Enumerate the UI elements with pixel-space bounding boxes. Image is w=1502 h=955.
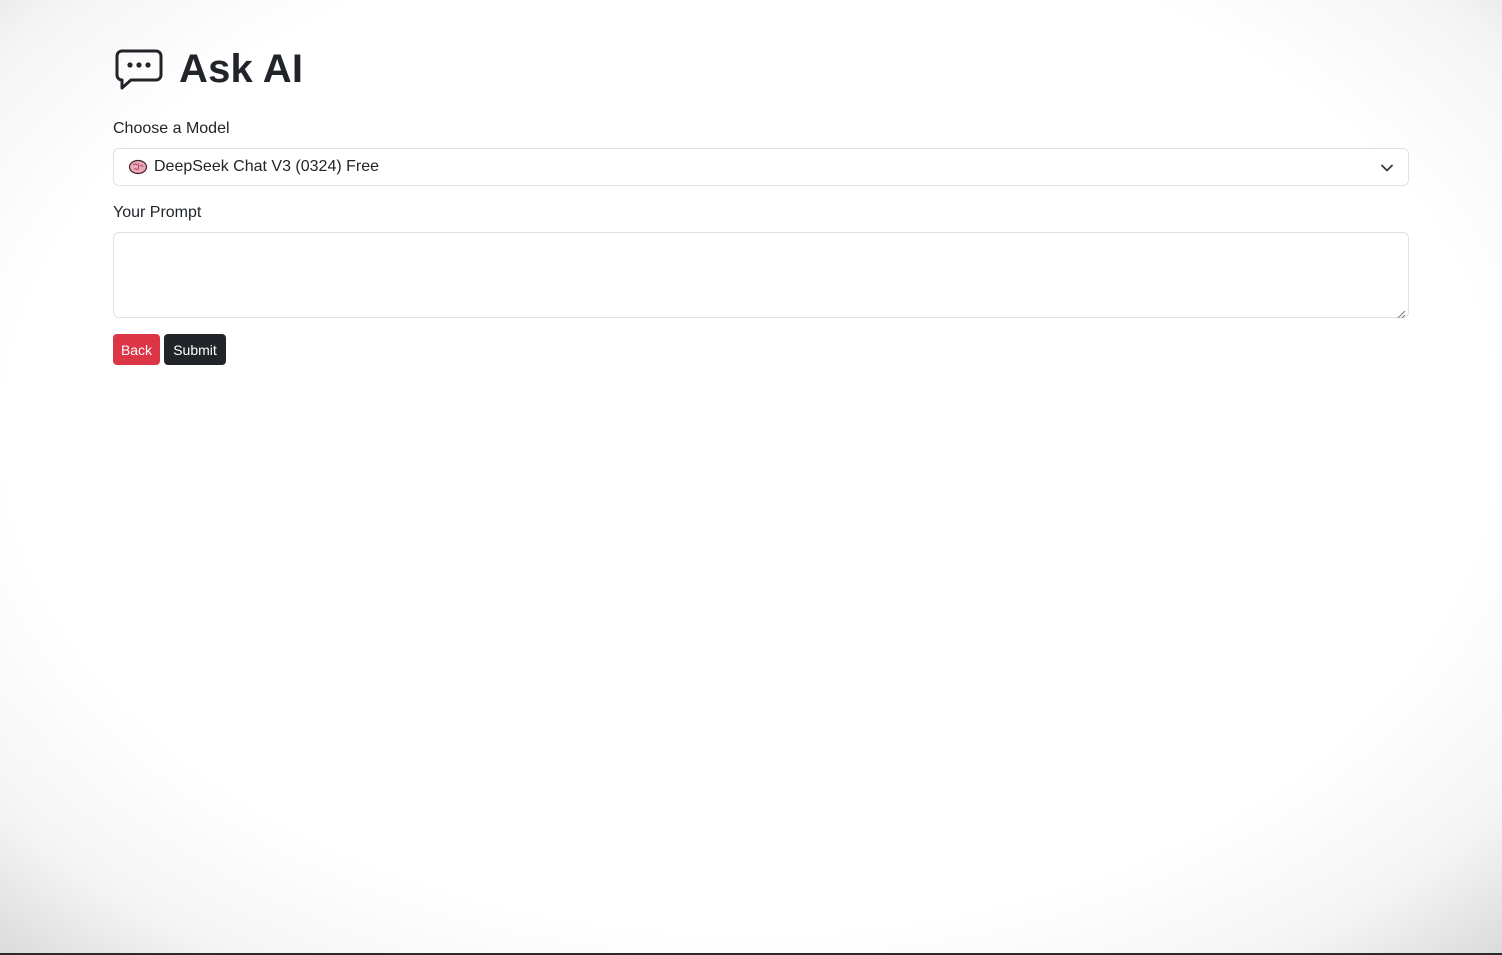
prompt-label: Your Prompt bbox=[113, 204, 202, 221]
prompt-textarea[interactable] bbox=[113, 232, 1409, 319]
model-select[interactable]: DeepSeek Chat V3 (0324) Free bbox=[113, 148, 1409, 186]
chevron-down-icon bbox=[1380, 161, 1394, 175]
chat-dots-icon bbox=[113, 46, 165, 92]
model-select-value: DeepSeek Chat V3 (0324) Free bbox=[154, 158, 380, 175]
brain-icon bbox=[128, 159, 148, 175]
ask-ai-form: Ask AI Choose a Model DeepSeek Chat V3 (… bbox=[113, 40, 1409, 365]
back-button[interactable]: Back bbox=[113, 334, 160, 365]
page-title: Ask AI bbox=[179, 46, 304, 91]
form-actions: Back Submit bbox=[113, 334, 1409, 365]
model-label: Choose a Model bbox=[113, 120, 230, 137]
resize-handle-icon[interactable] bbox=[1397, 306, 1406, 319]
submit-button[interactable]: Submit bbox=[164, 334, 226, 365]
page-header: Ask AI bbox=[113, 40, 1409, 98]
